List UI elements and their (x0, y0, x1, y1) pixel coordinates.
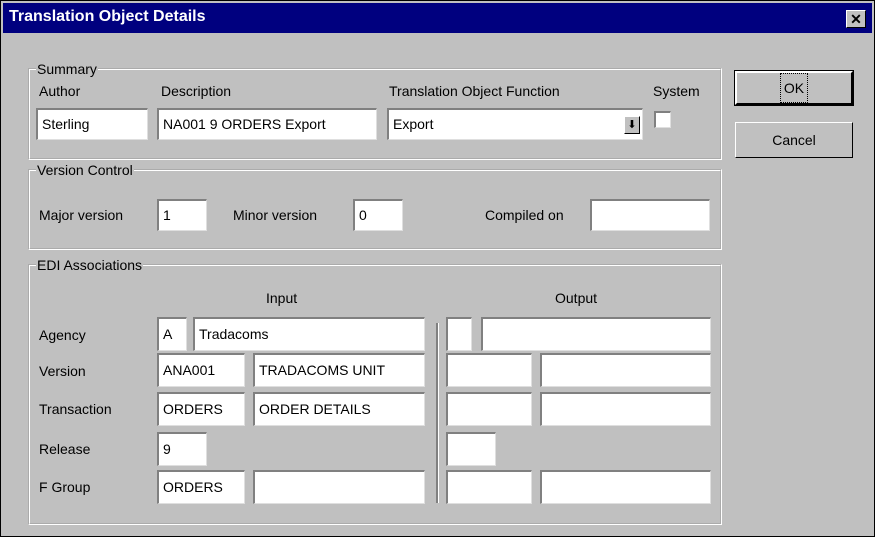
input-header: Input (266, 290, 298, 306)
version-label: Version (39, 363, 86, 379)
output-release-field[interactable] (446, 432, 496, 466)
output-header: Output (555, 290, 598, 306)
minor-version-field[interactable]: 0 (353, 199, 403, 231)
input-agency-desc-field[interactable]: Tradacoms (193, 317, 425, 351)
title-bar[interactable]: Translation Object Details ✕ (3, 3, 872, 33)
transaction-label: Transaction (39, 401, 112, 417)
output-agency-code-field[interactable] (446, 317, 472, 351)
output-transaction-code-field[interactable] (446, 392, 532, 426)
close-button[interactable]: ✕ (846, 10, 866, 28)
output-transaction-desc-field[interactable] (540, 392, 711, 426)
description-field[interactable]: NA001 9 ORDERS Export (157, 108, 377, 140)
release-label: Release (39, 441, 91, 457)
input-agency-code-field[interactable]: A (157, 317, 187, 351)
agency-label: Agency (39, 327, 86, 343)
dropdown-arrow-icon[interactable]: ⬇ (624, 116, 640, 134)
compiled-on-field[interactable] (590, 199, 710, 231)
dialog-window: Translation Object Details ✕ Summary Aut… (0, 0, 875, 537)
input-f-group-desc-field[interactable] (253, 470, 425, 504)
cancel-button[interactable]: Cancel (735, 122, 853, 158)
function-select[interactable]: Export ⬇ (387, 108, 643, 140)
input-output-divider (436, 323, 439, 503)
version-control-legend: Version Control (36, 162, 134, 178)
function-label: Translation Object Function (389, 83, 560, 99)
input-f-group-code-field[interactable]: ORDERS (157, 470, 245, 504)
output-f-group-desc-field[interactable] (540, 470, 711, 504)
input-version-code-field[interactable]: ANA001 (157, 353, 245, 387)
compiled-on-label: Compiled on (485, 207, 564, 223)
ok-button-label: OK (779, 73, 809, 103)
function-select-value: Export (393, 116, 434, 132)
output-version-code-field[interactable] (446, 353, 532, 387)
major-version-field[interactable]: 1 (157, 199, 207, 231)
input-transaction-desc-field[interactable]: ORDER DETAILS (253, 392, 425, 426)
author-field[interactable]: Sterling (36, 108, 148, 140)
major-version-label: Major version (39, 207, 124, 223)
system-label: System (653, 83, 700, 99)
cancel-button-label: Cancel (772, 132, 816, 148)
summary-legend: Summary (36, 61, 98, 77)
input-release-field[interactable]: 9 (157, 432, 207, 466)
output-agency-desc-field[interactable] (481, 317, 711, 351)
output-version-desc-field[interactable] (540, 353, 711, 387)
close-icon: ✕ (850, 11, 862, 27)
minor-version-label: Minor version (233, 207, 318, 223)
author-label: Author (39, 83, 81, 99)
window-title: Translation Object Details (9, 8, 206, 25)
system-checkbox[interactable] (654, 111, 671, 128)
input-transaction-code-field[interactable]: ORDERS (157, 392, 245, 426)
f-group-label: F Group (39, 479, 91, 495)
ok-button[interactable]: OK (734, 70, 854, 106)
output-f-group-code-field[interactable] (446, 470, 532, 504)
description-label: Description (161, 83, 232, 99)
input-version-desc-field[interactable]: TRADACOMS UNIT (253, 353, 425, 387)
edi-associations-legend: EDI Associations (36, 257, 144, 273)
